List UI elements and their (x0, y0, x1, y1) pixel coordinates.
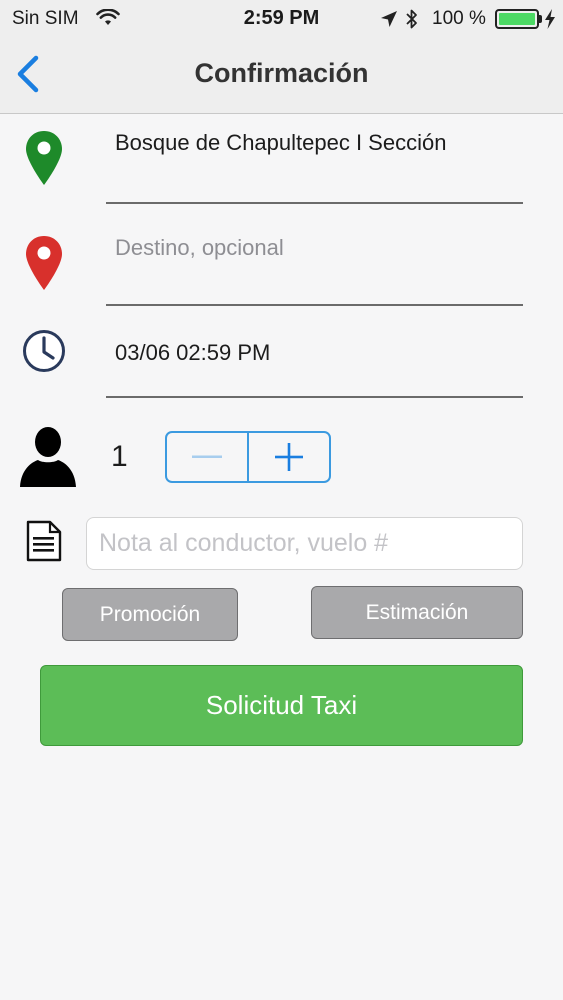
bluetooth-icon (406, 9, 417, 29)
battery-tip (539, 15, 542, 23)
map-pin-red-icon (26, 236, 62, 290)
promotion-button[interactable]: Promoción (62, 588, 238, 641)
battery-percent: 100 % (432, 8, 486, 29)
request-taxi-button[interactable]: Solicitud Taxi (40, 665, 523, 746)
map-pin-green-icon (26, 131, 62, 185)
location-arrow-icon (381, 11, 397, 27)
driver-note-input[interactable] (86, 517, 523, 570)
destination-field[interactable]: Destino, opcional (115, 235, 284, 261)
origin-divider (106, 202, 523, 204)
estimate-button[interactable]: Estimación (311, 586, 523, 639)
minus-icon (192, 455, 222, 458)
decrement-button[interactable] (167, 433, 247, 481)
status-bar: Sin SIM 2:59 PM 100 % (0, 0, 563, 38)
origin-address[interactable]: Bosque de Chapultepec I Sección (115, 130, 446, 156)
passenger-stepper (165, 431, 331, 483)
battery-icon (495, 9, 539, 29)
navigation-bar: Confirmación (0, 38, 563, 114)
person-icon (20, 427, 76, 487)
passenger-count: 1 (111, 440, 128, 473)
document-icon (26, 520, 62, 562)
pickup-datetime[interactable]: 03/06 02:59 PM (115, 340, 270, 366)
datetime-divider (106, 396, 523, 398)
charging-bolt-icon (545, 9, 555, 29)
plus-icon (275, 443, 303, 471)
destination-divider (106, 304, 523, 306)
clock-icon (23, 330, 65, 372)
increment-button[interactable] (247, 433, 329, 481)
page-title: Confirmación (194, 58, 369, 88)
